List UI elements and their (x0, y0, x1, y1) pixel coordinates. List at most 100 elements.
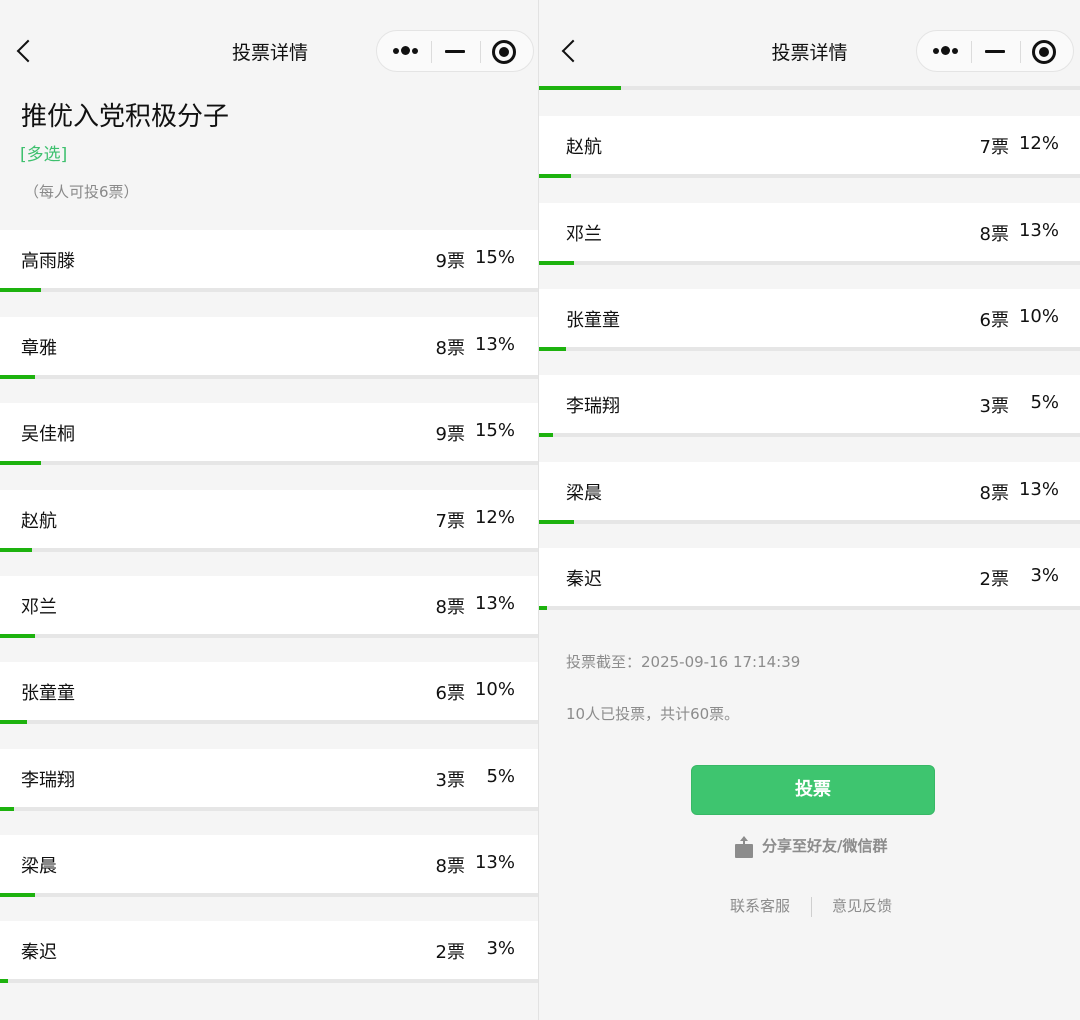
option-progress-track (539, 606, 1080, 610)
option-progress-fill (539, 174, 572, 178)
vote-limit-note: （每人可投6票） (24, 183, 139, 201)
option-percent: 5% (486, 766, 515, 787)
option-percent: 13% (1018, 220, 1059, 241)
vote-option-row: 秦迟 2票 3% (0, 921, 540, 983)
option-votes: 3票 (979, 396, 1009, 417)
vote-option-row: 李瑞翔 3票 5% (0, 749, 540, 811)
vote-option-row: 赵航 7票 12% (539, 116, 1080, 178)
vote-option-row: 梁晨 8票 13% (0, 835, 540, 897)
minimize-icon[interactable] (985, 50, 1005, 53)
option-percent: 13% (474, 593, 515, 614)
option-progress-fill (0, 979, 9, 983)
option-votes: 8票 (979, 224, 1009, 245)
option-progress-fill (539, 347, 567, 351)
option-progress-track (0, 893, 540, 897)
option-name: 吴佳桐 (21, 424, 75, 445)
vote-option-row: 梁晨 8票 13% (539, 462, 1080, 524)
option-progress-track (0, 634, 540, 638)
option-percent: 13% (474, 852, 515, 873)
option-progress-fill (0, 548, 33, 552)
vote-option-row: 张童童 6票 10% (539, 289, 1080, 351)
vote-button[interactable]: 投票 (691, 765, 935, 815)
option-percent: 12% (474, 507, 515, 528)
mini-program-capsule (376, 30, 534, 72)
option-progress-fill (0, 634, 36, 638)
option-name: 李瑞翔 (566, 396, 620, 417)
option-votes: 6票 (435, 683, 465, 704)
option-progress-fill (0, 893, 36, 897)
close-mini-program-icon[interactable] (492, 40, 516, 64)
option-name: 邓兰 (566, 224, 602, 245)
option-percent: 5% (1030, 392, 1059, 413)
option-progress-fill (0, 807, 14, 811)
more-options-icon[interactable] (933, 44, 959, 58)
option-percent: 3% (486, 938, 515, 959)
option-name: 张童童 (21, 683, 75, 704)
option-progress-fill (539, 86, 621, 90)
vote-option-row: 章雅 8票 13% (0, 317, 540, 379)
option-votes: 8票 (979, 483, 1009, 504)
option-progress-track (0, 288, 540, 292)
option-votes: 6票 (979, 310, 1009, 331)
option-progress-fill (0, 720, 27, 724)
option-votes: 2票 (979, 569, 1009, 590)
option-percent: 15% (474, 420, 515, 441)
option-progress-fill (539, 606, 548, 610)
option-progress-track (539, 86, 1080, 90)
option-progress-track (0, 461, 540, 465)
option-votes: 8票 (435, 856, 465, 877)
capsule-divider (431, 41, 432, 63)
option-progress-fill (539, 433, 553, 437)
option-progress-track (0, 807, 540, 811)
option-progress-fill (539, 261, 575, 265)
vote-option-row: 邓兰 8票 13% (0, 576, 540, 638)
option-progress-track (539, 520, 1080, 524)
right-screen: 投票详情 赵航 7票 12% 邓兰 8票 13% 张童童 6票 10% 李瑞翔 3票 5% 梁晨 8票 13… (539, 0, 1080, 1020)
share-icon (735, 836, 753, 858)
option-progress-track (539, 433, 1080, 437)
option-progress-fill (0, 375, 36, 379)
option-progress-fill (0, 288, 41, 292)
vote-option-row: 李瑞翔 3票 5% (539, 375, 1080, 437)
minimize-icon[interactable] (445, 50, 465, 53)
option-name: 秦迟 (566, 569, 602, 590)
vote-option-row: 张童童 6票 10% (0, 662, 540, 724)
option-votes: 7票 (435, 511, 465, 532)
more-options-icon[interactable] (393, 44, 419, 58)
capsule-divider (971, 41, 972, 63)
option-percent: 10% (1018, 306, 1059, 327)
option-progress-track (539, 261, 1080, 265)
vote-option-row: 赵航 7票 12% (0, 490, 540, 552)
vote-deadline: 投票截至：2025-09-16 17:14:39 (566, 653, 801, 671)
poll-type-tag: [多选] (20, 145, 68, 165)
poll-title: 推优入党积极分子 (21, 102, 230, 132)
option-name: 章雅 (21, 338, 57, 359)
option-name: 梁晨 (566, 483, 602, 504)
option-name: 李瑞翔 (21, 770, 75, 791)
option-progress-track (0, 720, 540, 724)
feedback-link[interactable]: 意见反馈 (832, 895, 892, 916)
option-progress-fill (0, 461, 41, 465)
option-percent: 3% (1030, 565, 1059, 586)
option-name: 张童童 (566, 310, 620, 331)
option-votes: 7票 (979, 137, 1009, 158)
option-progress-track (0, 548, 540, 552)
left-screen: 投票详情 推优入党积极分子 [多选] （每人可投6票） 高雨滕 9票 15% 章雅 8票… (0, 0, 540, 1020)
capsule-divider (1020, 41, 1021, 63)
nav-bar: 投票详情 (539, 0, 1080, 100)
option-progress-fill (539, 520, 575, 524)
contact-service-link[interactable]: 联系客服 (730, 895, 790, 916)
option-percent: 15% (474, 247, 515, 268)
nav-bar: 投票详情 (0, 0, 540, 100)
close-mini-program-icon[interactable] (1032, 40, 1056, 64)
option-name: 邓兰 (21, 597, 57, 618)
vote-option-row: 高雨滕 9票 15% (0, 230, 540, 292)
option-progress-track (539, 174, 1080, 178)
option-votes: 3票 (435, 770, 465, 791)
option-name: 梁晨 (21, 856, 57, 877)
option-percent: 12% (1018, 133, 1059, 154)
vote-option-row: 秦迟 2票 3% (539, 548, 1080, 610)
option-votes: 2票 (435, 942, 465, 963)
option-votes: 9票 (435, 251, 465, 272)
option-progress-track (0, 979, 540, 983)
